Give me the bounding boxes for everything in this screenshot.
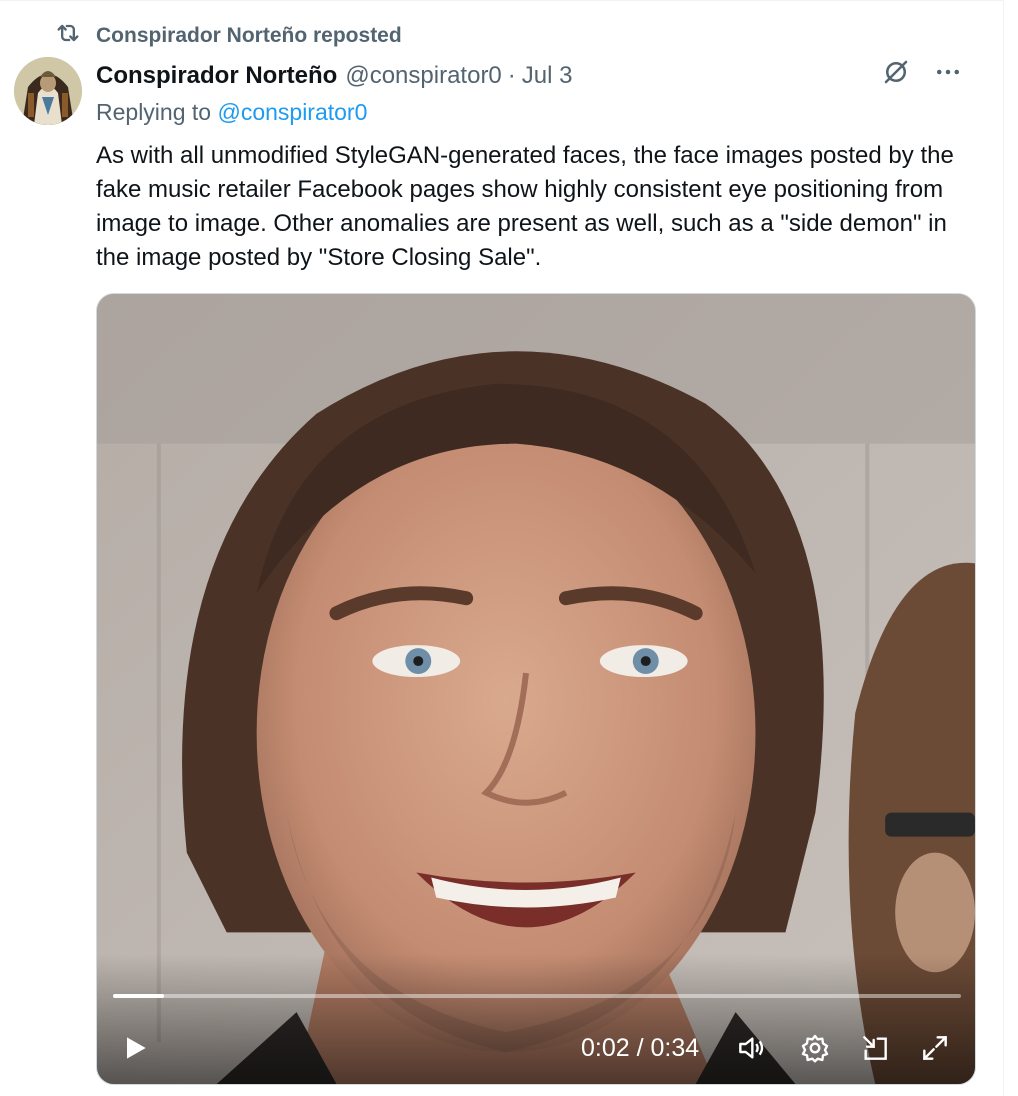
header-actions bbox=[881, 57, 963, 91]
video-progress-bar[interactable] bbox=[113, 994, 961, 998]
tweet-text: As with all unmodified StyleGAN-generate… bbox=[96, 142, 954, 271]
author-handle[interactable]: @conspirator0 bbox=[345, 62, 501, 90]
video-progress-fill bbox=[113, 994, 164, 998]
pip-icon[interactable] bbox=[859, 1032, 891, 1064]
avatar-image bbox=[14, 57, 82, 125]
volume-icon[interactable] bbox=[735, 1032, 767, 1064]
post-date[interactable]: Jul 3 bbox=[522, 62, 573, 90]
avatar[interactable] bbox=[14, 57, 82, 125]
settings-icon[interactable] bbox=[799, 1032, 831, 1064]
author-name[interactable]: Conspirador Norteño bbox=[96, 62, 337, 90]
reply-prefix: Replying to bbox=[96, 99, 212, 125]
replying-to: Replying to @conspirator0 bbox=[96, 99, 367, 126]
tweet-card[interactable]: Conspirador Norteño reposted Conspirador… bbox=[0, 0, 1004, 1096]
grok-icon[interactable] bbox=[881, 57, 911, 92]
video-player[interactable]: 0:02 / 0:34 bbox=[96, 293, 976, 1085]
tweet-header: Conspirador Norteño @conspirator0 · Jul … bbox=[96, 59, 963, 93]
repost-indicator[interactable]: Conspirador Norteño reposted bbox=[54, 21, 402, 51]
fullscreen-icon[interactable] bbox=[919, 1032, 951, 1064]
reply-mention[interactable]: @conspirator0 bbox=[217, 99, 367, 125]
play-icon[interactable] bbox=[119, 1032, 151, 1064]
separator: · bbox=[507, 62, 516, 89]
repost-icon bbox=[54, 19, 82, 53]
more-icon[interactable] bbox=[933, 57, 963, 92]
video-controls: 0:02 / 0:34 bbox=[97, 1024, 975, 1072]
repost-label: Conspirador Norteño reposted bbox=[96, 24, 402, 47]
video-time: 0:02 / 0:34 bbox=[581, 1034, 700, 1062]
